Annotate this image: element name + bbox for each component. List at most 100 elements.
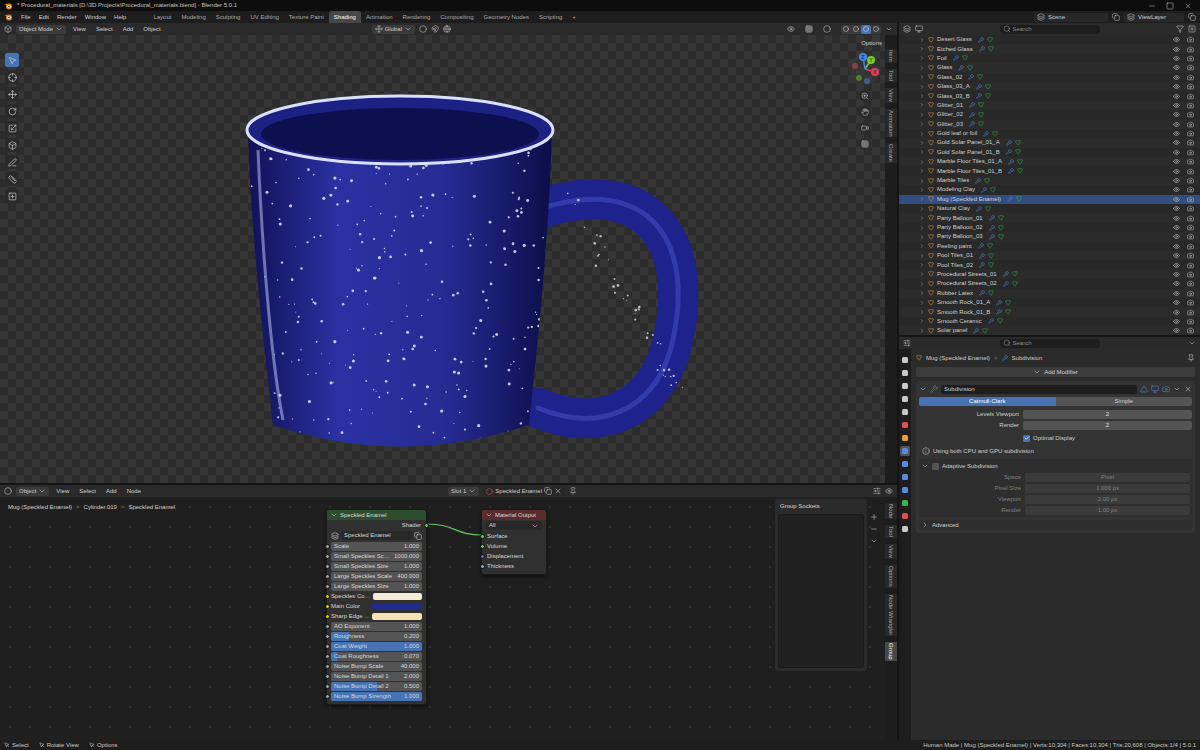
expand-icon[interactable] <box>919 243 925 249</box>
number-field[interactable]: Small Speckles Size1.000 <box>331 562 422 571</box>
outliner-row[interactable]: Peeling paint <box>899 242 1200 251</box>
mesh-data-icon[interactable] <box>967 65 973 71</box>
modifier-icon[interactable] <box>979 46 985 52</box>
modifier-icon[interactable] <box>979 290 985 296</box>
outliner-row[interactable]: Glitter_01 <box>899 101 1200 110</box>
tool-button[interactable] <box>5 172 19 186</box>
number-field[interactable]: Pixel <box>1025 473 1190 482</box>
property-tab[interactable] <box>900 524 910 534</box>
tool-button[interactable] <box>5 138 19 152</box>
workspace-tab[interactable]: Compositing <box>435 11 478 23</box>
side-tab[interactable]: Tool <box>885 69 897 82</box>
shading-mode-button[interactable] <box>841 25 851 34</box>
outliner-row[interactable]: Smooth Ceramic <box>899 317 1200 326</box>
node-menu[interactable]: Node <box>124 487 144 496</box>
visibility-icon[interactable] <box>1173 139 1180 146</box>
visibility-icon[interactable] <box>1173 130 1180 137</box>
slider-field[interactable]: Coat Roughness0.070 <box>331 652 422 661</box>
tool-button[interactable] <box>5 189 19 203</box>
mesh-data-icon[interactable] <box>1005 309 1011 315</box>
expand-icon[interactable] <box>919 112 925 118</box>
editor-type-icon[interactable] <box>4 25 12 33</box>
tool-button[interactable] <box>5 155 19 169</box>
socket-menu-icon[interactable] <box>870 537 878 545</box>
checkbox[interactable] <box>932 463 939 470</box>
node-socket[interactable] <box>480 554 485 559</box>
visibility-icon[interactable] <box>1173 168 1180 175</box>
node-socket[interactable] <box>480 534 485 539</box>
visibility-icon[interactable] <box>1173 111 1180 118</box>
expand-icon[interactable] <box>919 84 925 90</box>
number-field[interactable]: Noise Bump Scale40.000 <box>331 662 422 671</box>
modifier-icon[interactable] <box>989 215 995 221</box>
outliner-row[interactable]: Glass_02 <box>899 73 1200 82</box>
proportional-edit-icon[interactable] <box>443 25 451 33</box>
mesh-data-icon[interactable] <box>962 55 968 61</box>
expand-icon[interactable] <box>919 290 925 296</box>
node-socket[interactable] <box>325 594 330 599</box>
node-socket[interactable] <box>325 564 330 569</box>
tool-button[interactable] <box>5 70 19 84</box>
visibility-icon[interactable] <box>1173 299 1180 306</box>
mesh-data-icon[interactable] <box>1015 140 1021 146</box>
outliner-row[interactable]: Desert Glass <box>899 35 1200 44</box>
expand-icon[interactable] <box>919 37 925 43</box>
outliner-row[interactable]: Smooth Rock_01_A <box>899 298 1200 307</box>
property-tab[interactable] <box>900 472 910 482</box>
collapse-icon[interactable] <box>919 385 927 393</box>
property-tab[interactable] <box>900 381 910 391</box>
edit-mode-icon[interactable] <box>1140 385 1148 393</box>
node-menu[interactable]: View <box>53 487 72 496</box>
pin-icon[interactable] <box>1187 354 1195 362</box>
modifier-icon[interactable] <box>988 318 994 324</box>
side-tab[interactable]: Animation <box>885 109 897 138</box>
visibility-icon[interactable] <box>1173 280 1180 287</box>
outliner-row[interactable]: Gold Solar Panel_01_B <box>899 148 1200 157</box>
overlay-icon[interactable] <box>823 25 831 33</box>
expand-icon[interactable] <box>919 46 925 52</box>
mesh-data-icon[interactable] <box>987 243 993 249</box>
modifier-icon[interactable] <box>1008 159 1014 165</box>
render-visibility-icon[interactable] <box>1187 196 1194 203</box>
modifier-icon[interactable] <box>978 37 984 43</box>
breadcrumb-item[interactable]: Speckled Enamel <box>128 503 175 512</box>
expand-icon[interactable] <box>919 253 925 259</box>
property-tab[interactable] <box>900 433 910 443</box>
workspace-tab[interactable]: Modeling <box>176 11 210 23</box>
render-visibility-icon[interactable] <box>1187 55 1194 62</box>
mesh-data-icon[interactable] <box>985 93 991 99</box>
expand-icon[interactable] <box>919 131 925 137</box>
property-tab[interactable] <box>900 407 910 417</box>
outliner-row[interactable]: Natural Clay <box>899 204 1200 213</box>
render-visibility-icon[interactable] <box>1187 290 1194 297</box>
outliner-row[interactable]: Marble Tiles <box>899 176 1200 185</box>
viewport-menu[interactable]: Object <box>140 25 163 34</box>
viewport-menu[interactable]: View <box>70 25 89 34</box>
number-field[interactable]: Large Speckles Size1.000 <box>331 582 422 591</box>
visibility-icon[interactable] <box>1173 36 1180 43</box>
node-socket[interactable] <box>480 544 485 549</box>
shading-options-icon[interactable] <box>885 25 893 33</box>
outliner-row[interactable]: Party Balloon_01 <box>899 213 1200 222</box>
slot-dropdown[interactable]: Slot 1 <box>448 487 479 496</box>
expand-icon[interactable] <box>919 271 925 277</box>
node-socket[interactable] <box>325 684 330 689</box>
mesh-data-icon[interactable] <box>988 46 994 52</box>
node-socket[interactable] <box>325 664 330 669</box>
workspace-tab[interactable]: Rendering <box>398 11 436 23</box>
blender-logo-icon[interactable] <box>4 13 13 21</box>
expand-icon[interactable] <box>919 281 925 287</box>
mesh-data-icon[interactable] <box>1012 271 1018 277</box>
shader-type-dropdown[interactable]: Object <box>16 487 49 496</box>
expand-icon[interactable] <box>919 318 925 324</box>
visibility-icon[interactable] <box>1173 224 1180 231</box>
menu-item[interactable]: Window <box>81 13 110 22</box>
mesh-data-icon[interactable] <box>988 253 994 259</box>
mode-dropdown[interactable]: Object Mode <box>16 25 66 34</box>
node-socket[interactable] <box>325 654 330 659</box>
expand-icon[interactable] <box>919 55 925 61</box>
side-tab[interactable]: Group <box>885 642 897 661</box>
outliner-row[interactable]: Glass <box>899 63 1200 72</box>
backdrop-icon[interactable] <box>885 487 893 495</box>
workspace-tab[interactable]: Geometry Nodes <box>479 11 534 23</box>
